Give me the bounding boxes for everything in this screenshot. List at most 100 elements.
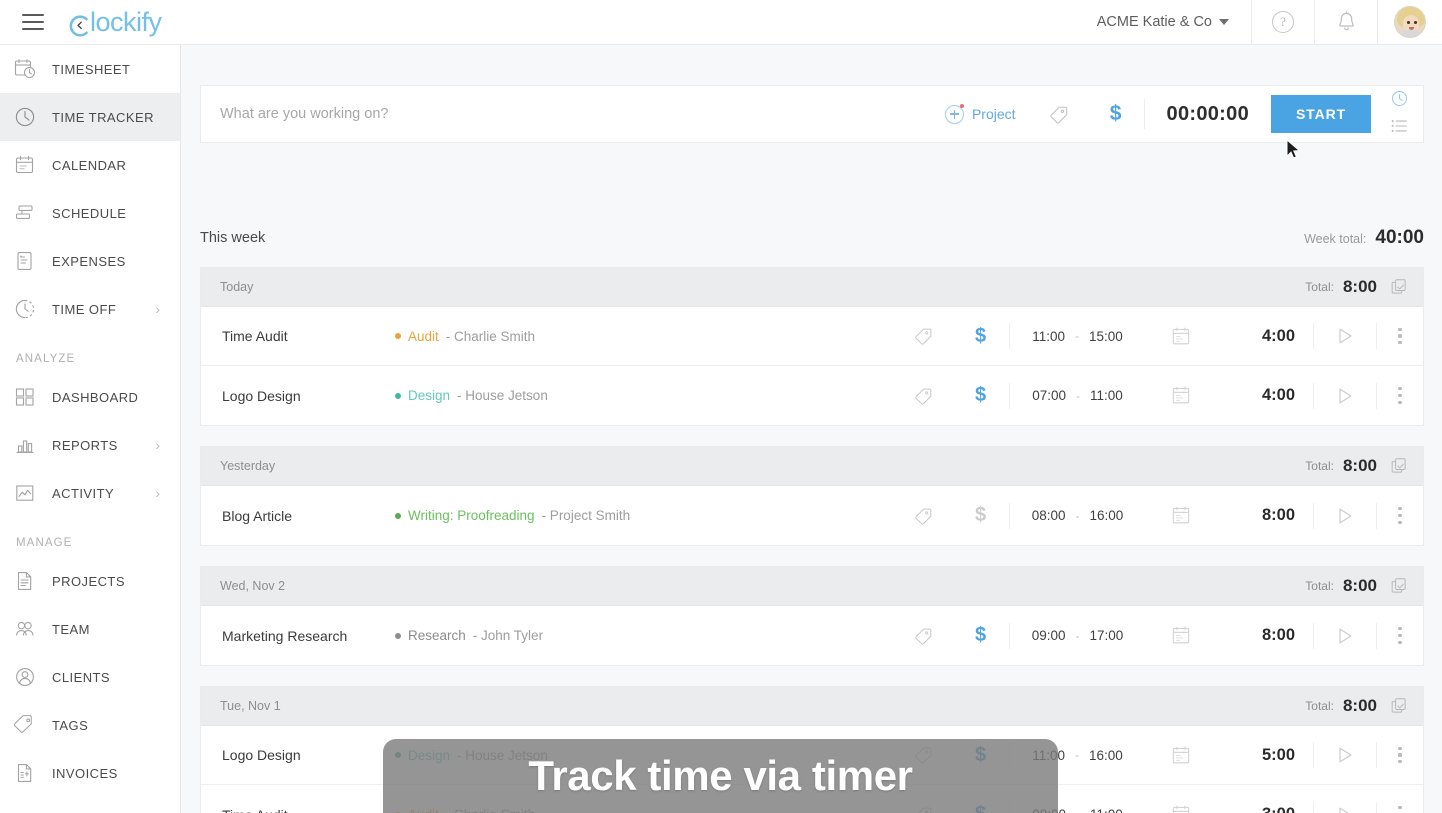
sidebar-item-team[interactable]: TEAM [0, 605, 180, 653]
timer-description-input[interactable] [201, 86, 939, 142]
add-project-button[interactable]: Project [939, 86, 1032, 142]
entry-duration[interactable]: 3:00 [1217, 805, 1313, 813]
entry-date-button[interactable] [1145, 327, 1217, 346]
entry-duration[interactable]: 4:00 [1217, 386, 1313, 405]
entry-end-time[interactable]: 15:00 [1089, 329, 1123, 344]
entry-project[interactable]: Design - House Jetson [391, 388, 895, 403]
entry-more-actions-button[interactable] [1377, 806, 1423, 813]
entry-date-button[interactable] [1145, 506, 1217, 525]
manual-mode-list-icon[interactable] [1391, 119, 1408, 138]
sidebar-item-dashboard[interactable]: DASHBOARD [0, 373, 180, 421]
time-entry-row[interactable]: Time Audit Audit - Charlie Smith $ 11:00… [201, 307, 1423, 366]
sidebar-item-time-tracker[interactable]: TIME TRACKER [0, 93, 180, 141]
hamburger-menu-icon[interactable] [10, 0, 56, 45]
entry-duration[interactable]: 8:00 [1217, 626, 1313, 645]
entry-date-button[interactable] [1145, 805, 1217, 813]
entry-description[interactable]: Time Audit [201, 328, 391, 344]
entry-continue-button[interactable] [1314, 326, 1376, 346]
duplicate-day-button[interactable] [1390, 457, 1409, 476]
entry-time-range[interactable]: 07:00 - 11:00 [1010, 388, 1145, 403]
entry-start-time[interactable]: 07:00 [1032, 388, 1066, 403]
entry-end-time[interactable]: 16:00 [1089, 748, 1123, 763]
profile-button[interactable] [1378, 0, 1442, 45]
entry-billable-button[interactable]: $ [952, 384, 1009, 407]
time-entry-row[interactable]: Logo Design Design - House Jetson $ 07:0… [201, 366, 1423, 425]
week-header: This week Week total: 40:00 [200, 223, 1424, 253]
entry-billable-button[interactable]: $ [952, 504, 1009, 527]
entry-project[interactable]: Writing: Proofreading - Project Smith [391, 508, 895, 523]
entry-billable-button[interactable]: $ [952, 325, 1009, 348]
entry-date-button[interactable] [1145, 746, 1217, 765]
entry-start-time[interactable]: 08:00 [1032, 508, 1066, 523]
entry-duration[interactable]: 5:00 [1217, 746, 1313, 765]
entry-time-range[interactable]: 11:00 - 15:00 [1010, 329, 1145, 344]
entry-date-button[interactable] [1145, 626, 1217, 645]
entry-more-actions-button[interactable] [1377, 507, 1423, 524]
time-entry-row[interactable]: Marketing Research Research - John Tyler… [201, 606, 1423, 665]
sidebar-item-calendar[interactable]: CALENDAR [0, 141, 180, 189]
timer-mode-clock-icon[interactable] [1391, 90, 1408, 112]
entry-continue-button[interactable] [1314, 745, 1376, 765]
entry-end-time[interactable]: 11:00 [1090, 807, 1123, 813]
sidebar-item-expenses[interactable]: EXPENSES [0, 237, 180, 285]
entry-continue-button[interactable] [1314, 805, 1376, 813]
sidebar-item-tags[interactable]: TAGS [0, 701, 180, 749]
entry-description[interactable]: Logo Design [201, 747, 391, 763]
entry-end-time[interactable]: 17:00 [1090, 628, 1124, 643]
client-name: - House Jetson [457, 388, 548, 403]
sidebar-item-timesheet[interactable]: TIMESHEET [0, 45, 180, 93]
entry-more-actions-button[interactable] [1377, 328, 1423, 345]
entry-more-actions-button[interactable] [1377, 747, 1423, 764]
entry-description[interactable]: Marketing Research [201, 628, 391, 644]
entry-more-actions-button[interactable] [1377, 627, 1423, 644]
entry-project[interactable]: Audit - Charlie Smith [391, 329, 895, 344]
entry-description[interactable]: Logo Design [201, 388, 391, 404]
sidebar-item-invoices[interactable]: INVOICES [0, 749, 180, 797]
entry-end-time[interactable]: 16:00 [1090, 508, 1124, 523]
sidebar-item-time-off[interactable]: TIME OFF › [0, 285, 180, 333]
timer-tag-button[interactable] [1032, 86, 1088, 142]
sidebar-item-schedule[interactable]: SCHEDULE [0, 189, 180, 237]
notifications-button[interactable] [1315, 0, 1377, 45]
entry-billable-button[interactable]: $ [952, 624, 1009, 647]
entry-end-time[interactable]: 11:00 [1090, 388, 1123, 403]
sidebar-item-projects[interactable]: PROJECTS [0, 557, 180, 605]
entry-description[interactable]: Time Audit [201, 807, 391, 813]
question-mark-icon: ? [1272, 11, 1294, 33]
workspace-selector[interactable]: ACME Katie & Co [1097, 14, 1251, 30]
time-entry-row[interactable]: Blog Article Writing: Proofreading - Pro… [201, 486, 1423, 545]
help-button[interactable]: ? [1252, 0, 1314, 45]
day-label: Yesterday [220, 459, 275, 473]
entry-time-range[interactable]: 09:00 - 17:00 [1010, 628, 1145, 643]
caption-overlay: Track time via timer [383, 739, 1058, 813]
entry-project[interactable]: Research - John Tyler [391, 628, 895, 643]
entry-start-time[interactable]: 09:00 [1032, 628, 1066, 643]
entry-tag-button[interactable] [895, 506, 952, 526]
tag-icon [14, 712, 44, 738]
sidebar-item-activity[interactable]: ACTIVITY › [0, 469, 180, 517]
entry-duration[interactable]: 4:00 [1217, 327, 1313, 346]
entry-description[interactable]: Blog Article [201, 508, 391, 524]
duplicate-day-button[interactable] [1390, 577, 1409, 596]
entry-continue-button[interactable] [1314, 386, 1376, 406]
entry-duration[interactable]: 8:00 [1217, 506, 1313, 525]
duplicate-day-button[interactable] [1390, 697, 1409, 716]
clockify-logo[interactable]: lockify [68, 7, 162, 38]
entry-continue-button[interactable] [1314, 506, 1376, 526]
sidebar-item-clients[interactable]: CLIENTS [0, 653, 180, 701]
entry-more-actions-button[interactable] [1377, 387, 1423, 404]
entry-start-time[interactable]: 11:00 [1032, 329, 1065, 344]
sidebar-item-reports[interactable]: REPORTS › [0, 421, 180, 469]
duplicate-day-button[interactable] [1390, 278, 1409, 297]
sidebar-item-label: TIME OFF [52, 302, 116, 317]
entry-date-button[interactable] [1145, 386, 1217, 405]
timer-billable-button[interactable]: $ [1088, 86, 1144, 142]
entry-time-range[interactable]: 08:00 - 16:00 [1010, 508, 1145, 523]
timer-duration[interactable]: 00:00:00 [1145, 103, 1271, 126]
entry-tag-button[interactable] [895, 326, 952, 346]
sidebar-item-label: EXPENSES [52, 254, 126, 269]
entry-tag-button[interactable] [895, 386, 952, 406]
entry-tag-button[interactable] [895, 626, 952, 646]
entry-continue-button[interactable] [1314, 626, 1376, 646]
start-timer-button[interactable]: START [1271, 95, 1371, 133]
